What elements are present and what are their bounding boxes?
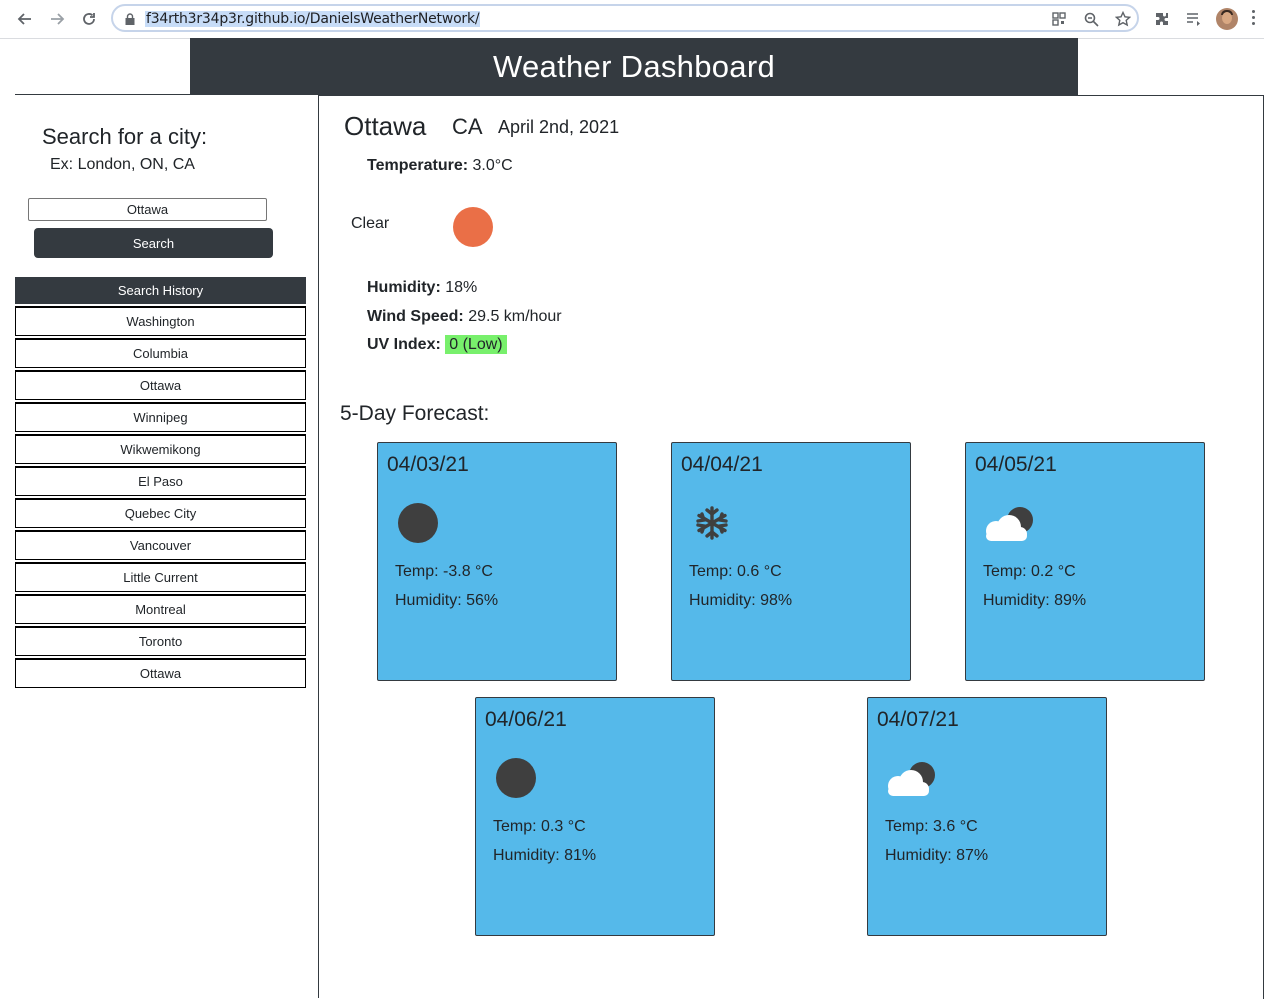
- cloud-moon-icon: [882, 760, 938, 800]
- forecast-card: 04/05/21 Temp: 0.2 °C Humidity: 89%: [965, 442, 1205, 681]
- forecast-card: 04/03/21 Temp: -3.8 °C Humidity: 56%: [377, 442, 617, 681]
- history-item[interactable]: Little Current: [15, 562, 306, 592]
- history-item[interactable]: Ottawa: [15, 370, 306, 400]
- extensions-icon[interactable]: [1151, 8, 1173, 30]
- history-item[interactable]: Wikwemikong: [15, 434, 306, 464]
- forecast-card: 04/04/21 Temp: 0.6 °C Humidity: 98%: [671, 442, 911, 681]
- humidity-label: Humidity:: [367, 279, 441, 296]
- more-menu-icon[interactable]: [1252, 10, 1256, 28]
- search-button[interactable]: Search: [34, 228, 273, 258]
- current-date: April 2nd, 2021: [498, 117, 620, 137]
- current-wind-speed: Wind Speed: 29.5 km/hour: [367, 308, 562, 326]
- cloud-moon-icon: [980, 505, 1036, 545]
- address-bar[interactable]: f34rth3r34p3r.github.io/DanielsWeatherNe…: [111, 4, 1139, 32]
- qr-code-icon[interactable]: [1049, 9, 1069, 29]
- forecast-card: 04/07/21 Temp: 3.6 °C Humidity: 87%: [867, 697, 1107, 936]
- forecast-temp: Temp: 0.6 °C: [689, 563, 782, 580]
- back-icon[interactable]: [13, 7, 37, 31]
- forecast-humidity: Humidity: 87%: [885, 847, 989, 864]
- moon-icon: [398, 503, 440, 545]
- search-history-list: Search History Washington Columbia Ottaw…: [15, 277, 306, 688]
- forward-icon[interactable]: [45, 7, 69, 31]
- current-humidity: Humidity: 18%: [367, 279, 477, 297]
- forecast-humidity: Humidity: 89%: [983, 592, 1087, 609]
- page-title: Weather Dashboard: [493, 48, 775, 84]
- profile-avatar[interactable]: [1216, 8, 1238, 30]
- history-item[interactable]: Columbia: [15, 338, 306, 368]
- url-text[interactable]: f34rth3r34p3r.github.io/DanielsWeatherNe…: [145, 11, 481, 27]
- current-temperature: Temperature: 3.0°C: [367, 157, 513, 175]
- current-city: Ottawa: [344, 111, 427, 141]
- uv-badge: 0 (Low): [445, 335, 507, 354]
- forecast-date: 04/06/21: [485, 708, 567, 731]
- current-country: CA: [452, 114, 483, 139]
- forecast-temp: Temp: 0.2 °C: [983, 563, 1076, 580]
- snowflake-icon: [694, 505, 736, 547]
- reading-list-icon[interactable]: [1183, 8, 1205, 30]
- history-item[interactable]: Washington: [15, 306, 306, 336]
- forecast-date: 04/04/21: [681, 453, 763, 476]
- forecast-temp: Temp: 0.3 °C: [493, 818, 586, 835]
- search-heading: Search for a city:: [42, 124, 208, 149]
- sun-icon: [453, 207, 493, 247]
- reload-icon[interactable]: [77, 7, 101, 31]
- page-header: Weather Dashboard: [190, 38, 1078, 95]
- temperature-value: 3.0°C: [472, 157, 513, 174]
- humidity-value: 18%: [445, 279, 478, 296]
- search-example-text: Ex: London, ON, CA: [50, 156, 195, 173]
- forecast-card: 04/06/21 Temp: 0.3 °C Humidity: 81%: [475, 697, 715, 936]
- history-item[interactable]: Montreal: [15, 594, 306, 624]
- forecast-heading: 5-Day Forecast:: [340, 402, 490, 425]
- wind-value: 29.5 km/hour: [468, 308, 562, 325]
- forecast-date: 04/03/21: [387, 453, 469, 476]
- wind-label: Wind Speed:: [367, 308, 464, 325]
- history-item[interactable]: Vancouver: [15, 530, 306, 560]
- history-item[interactable]: Quebec City: [15, 498, 306, 528]
- forecast-date: 04/05/21: [975, 453, 1057, 476]
- history-item[interactable]: Winnipeg: [15, 402, 306, 432]
- browser-toolbar: f34rth3r34p3r.github.io/DanielsWeatherNe…: [0, 0, 1264, 39]
- forecast-humidity: Humidity: 56%: [395, 592, 499, 609]
- zoom-icon[interactable]: [1081, 9, 1101, 29]
- sidebar-divider: [15, 94, 306, 95]
- lock-icon[interactable]: [125, 12, 135, 25]
- temperature-label: Temperature:: [367, 157, 469, 174]
- forecast-temp: Temp: -3.8 °C: [395, 563, 493, 580]
- moon-icon: [496, 758, 538, 800]
- forecast-humidity: Humidity: 81%: [493, 847, 597, 864]
- current-uv-index: UV Index: 0 (Low): [367, 335, 507, 354]
- forecast-date: 04/07/21: [877, 708, 959, 731]
- forecast-humidity: Humidity: 98%: [689, 592, 793, 609]
- city-search-input[interactable]: [28, 198, 267, 221]
- uv-label: UV Index:: [367, 336, 441, 353]
- current-condition: Clear: [351, 215, 390, 232]
- forecast-temp: Temp: 3.6 °C: [885, 818, 978, 835]
- history-item[interactable]: Ottawa: [15, 658, 306, 688]
- history-item[interactable]: Toronto: [15, 626, 306, 656]
- search-history-header: Search History: [15, 277, 306, 304]
- history-item[interactable]: El Paso: [15, 466, 306, 496]
- bookmark-star-icon[interactable]: [1113, 9, 1133, 29]
